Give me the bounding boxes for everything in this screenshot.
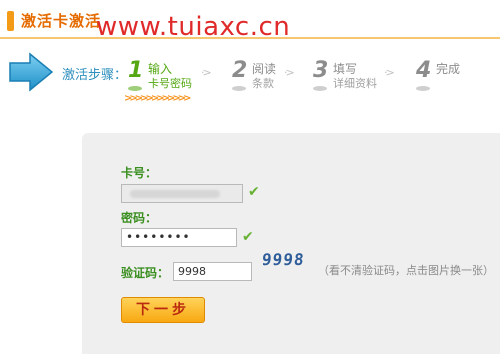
card-valid-check-icon: ✔	[248, 184, 260, 200]
step-title: 完成	[436, 62, 461, 76]
card-number-label: 卡号：	[121, 166, 158, 180]
password-input[interactable]: ••••••••	[121, 228, 237, 247]
step-number: 4	[416, 58, 432, 83]
captcha-input[interactable]: 9998	[173, 262, 252, 281]
password-label: 密码：	[121, 211, 158, 225]
step-shadow-active	[128, 86, 142, 91]
step-number: 1	[128, 58, 144, 83]
captcha-hint: （看不清验证码，点击图片换一张）	[318, 264, 494, 277]
step-separator: ·>	[284, 66, 295, 79]
captcha-label: 验证码：	[121, 266, 170, 280]
step-separator: ·>	[384, 66, 395, 79]
step-number: 3	[313, 58, 329, 83]
step-subtitle: 条款	[252, 77, 274, 90]
step-number: 2	[232, 58, 248, 83]
page-title: 激活卡激活	[21, 12, 102, 30]
step-progress-bar: >>>>>>>>>>>>	[124, 93, 192, 104]
password-valid-check-icon: ✔	[242, 229, 254, 245]
page-header: 激活卡激活 www.tuiaxc.cn	[0, 0, 500, 42]
step-subtitle: 详细资料	[333, 77, 377, 90]
step-shadow	[232, 86, 246, 91]
activation-steps: 激活步骤： 1 输入 卡号密码 ·> 2 阅读 条款 ·> 3 填写 详细资料 …	[0, 44, 500, 106]
steps-label: 激活步骤：	[62, 68, 128, 83]
step-shadow	[416, 86, 430, 91]
card-number-value-blurred	[130, 190, 220, 198]
next-step-button[interactable]: 下一步	[121, 297, 205, 323]
header-divider	[0, 37, 500, 39]
step-separator: ·>	[201, 66, 212, 79]
captcha-image[interactable]: 9998	[261, 250, 306, 269]
arrow-right-icon	[9, 52, 54, 92]
card-number-input[interactable]	[121, 184, 243, 203]
step-shadow	[313, 86, 327, 91]
step-subtitle: 卡号密码	[148, 77, 192, 90]
header-accent-bar	[7, 11, 14, 31]
